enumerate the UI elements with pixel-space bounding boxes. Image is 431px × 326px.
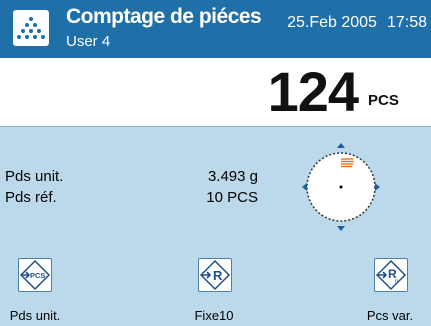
date-time: 25.Feb 2005 17:58 xyxy=(287,14,427,32)
result-display: 124 PCS xyxy=(0,58,431,127)
variable-reference-softkey-label: Pcs var. xyxy=(366,308,414,323)
balance-screen: Comptage de piéces User 4 25.Feb 2005 17:… xyxy=(0,0,431,326)
application-title: Comptage de piéces xyxy=(66,5,262,28)
fixed-reference-icon: R xyxy=(199,259,231,291)
time-text: 17:58 xyxy=(386,14,427,31)
gauge-marker-bottom xyxy=(337,226,345,231)
fixed-reference-softkey-label: Fixe10 xyxy=(194,308,234,323)
header-bar: Comptage de piéces User 4 25.Feb 2005 17:… xyxy=(0,0,431,58)
variable-reference-icon: R n xyxy=(375,259,407,291)
piece-count-unit: PCS xyxy=(368,92,399,109)
dynamic-graphic-icon xyxy=(302,143,380,231)
set-pcs-weight-icon: PCS xyxy=(19,259,51,291)
unit-weight-softkey-label: Pds unit. xyxy=(9,308,61,323)
svg-text:R: R xyxy=(213,268,223,283)
piece-count-value: 124 xyxy=(267,60,359,123)
gauge-marker-top xyxy=(337,143,345,148)
svg-text:PCS: PCS xyxy=(30,271,45,280)
fixed-reference-softkey[interactable]: R xyxy=(198,258,232,292)
variable-reference-softkey[interactable]: R n xyxy=(374,258,408,292)
unit-weight-softkey[interactable]: PCS xyxy=(18,258,52,292)
dots-triangle-icon[interactable] xyxy=(13,10,49,46)
reference-value: 10 PCS xyxy=(206,189,258,206)
svg-text:n: n xyxy=(395,279,398,285)
unit-weight-label: Pds unit. xyxy=(5,168,64,185)
info-panel: Pds unit. 3.493 g Pds réf. 10 PCS PCS Pd… xyxy=(0,127,431,326)
gauge-marker-left xyxy=(302,183,307,191)
reference-label: Pds réf. xyxy=(5,189,57,206)
date-text: 25.Feb 2005 xyxy=(287,14,377,31)
gauge-marker-right xyxy=(375,183,380,191)
unit-weight-value: 3.493 g xyxy=(207,168,258,185)
user-label: User 4 xyxy=(66,33,111,50)
